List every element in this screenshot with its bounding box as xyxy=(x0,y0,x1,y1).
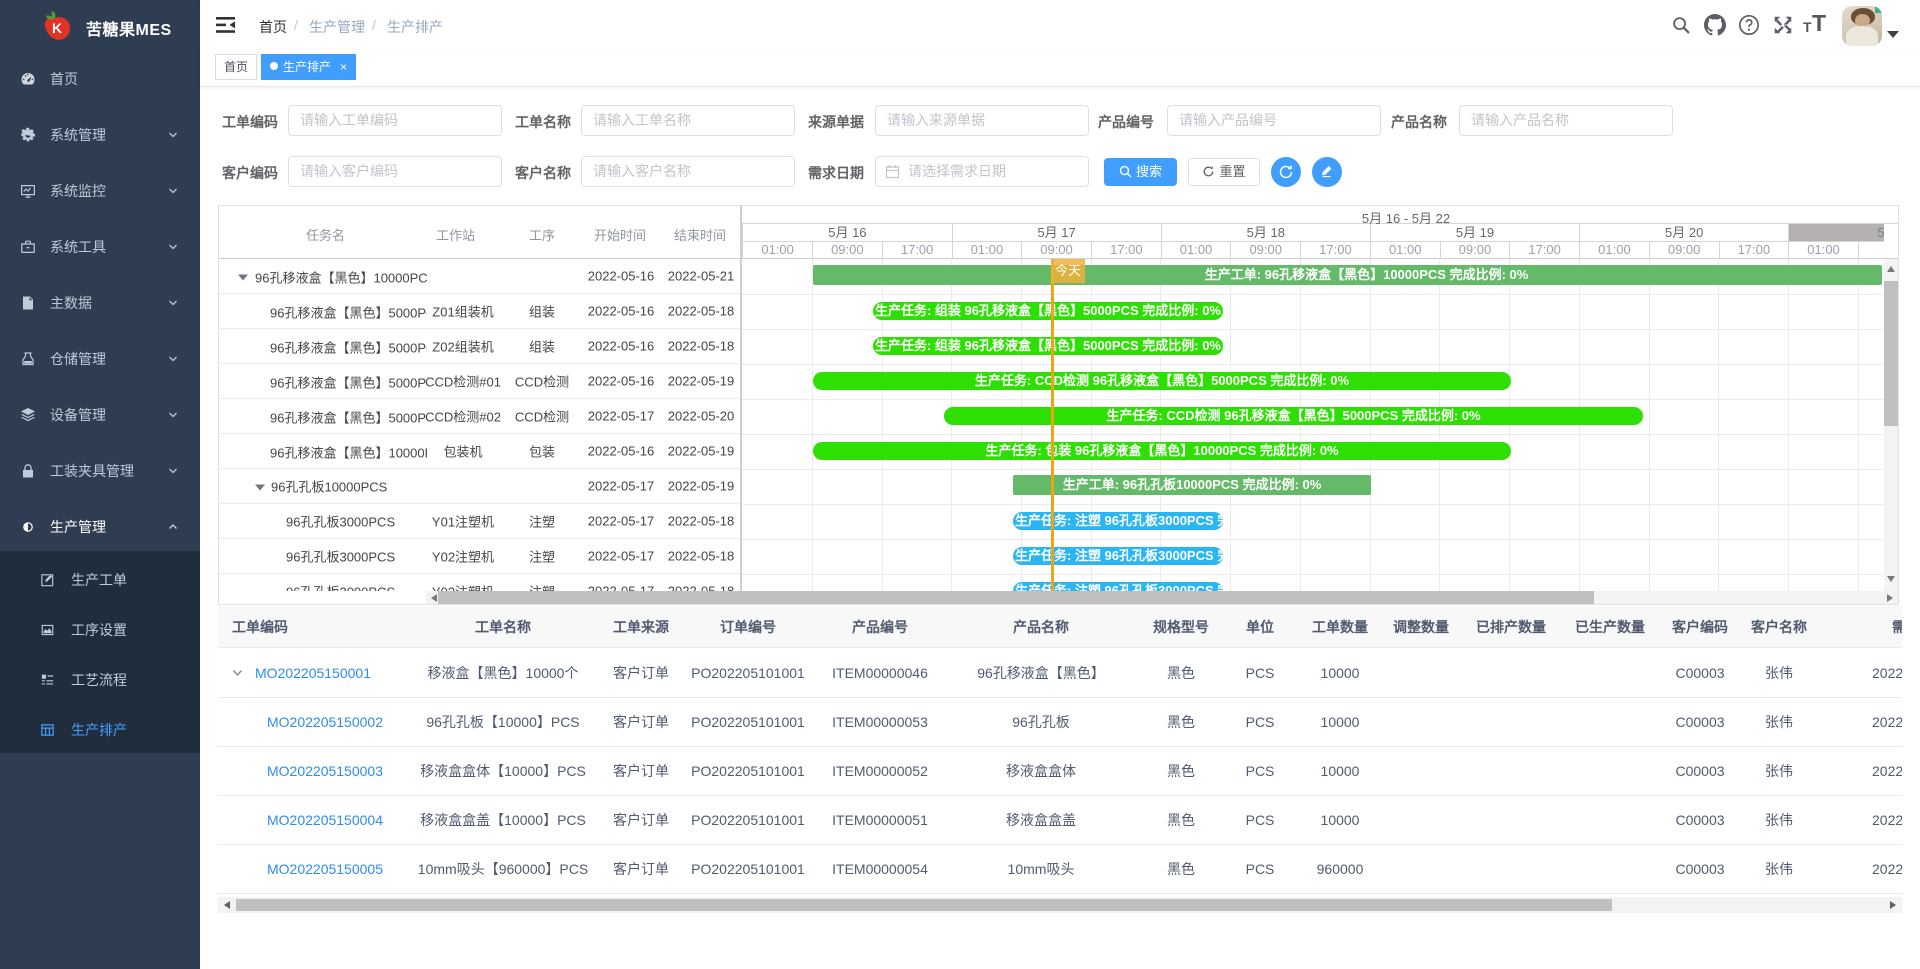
svg-text:K: K xyxy=(52,20,62,36)
